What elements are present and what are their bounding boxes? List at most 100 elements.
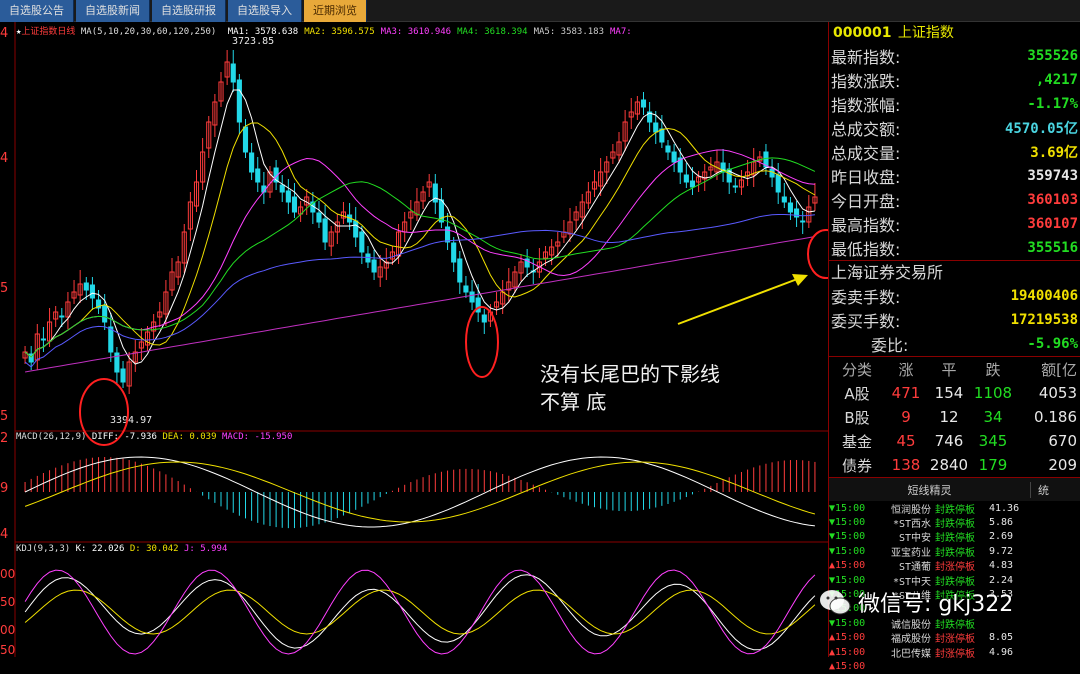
tab-1[interactable]: 自选股新闻 bbox=[76, 0, 150, 22]
yellow-arrow-line bbox=[677, 277, 801, 325]
board-col-header: 跌 bbox=[985, 360, 1001, 379]
candle-body bbox=[102, 305, 108, 323]
short-term-stock: *ST西水 bbox=[892, 519, 931, 531]
board-row: 债券 138 2840 179 209 bbox=[829, 453, 1080, 477]
short-term-time: ▼15:00 bbox=[829, 502, 866, 514]
candle-body bbox=[230, 63, 236, 83]
short-term-item[interactable]: ▼15:00 *ST西水 封跌停板 5.86 bbox=[829, 515, 1080, 531]
candle-body bbox=[787, 202, 794, 213]
candle-body bbox=[353, 220, 359, 238]
tab-0[interactable]: 自选股公告 bbox=[0, 0, 74, 22]
board-cell: B股 bbox=[844, 408, 870, 427]
board-cell: 34 bbox=[983, 408, 1003, 426]
ma-values: MA1: 3578.638 MA2: 3596.575 MA3: 3610.946 M… bbox=[222, 27, 632, 37]
tab-4[interactable]: 近期浏览 bbox=[304, 0, 367, 22]
short-term-item[interactable]: ▼15:00 ST中安 封跌停板 2.69 bbox=[829, 530, 1080, 544]
order-label: 委买手数: bbox=[831, 312, 901, 331]
chart-area[interactable]: 4 4 5 5 2 9 4 00 50 00 50 3723.85 3394.97 ★上证指数日线 MA… bbox=[0, 22, 828, 657]
candle-body bbox=[40, 338, 46, 341]
quote-title: 000001 上证指数 bbox=[829, 22, 1080, 44]
short-term-item[interactable]: ▲15:00 福成股份 封涨停板 8.05 bbox=[829, 631, 1080, 645]
board-cell: 209 bbox=[1048, 456, 1077, 474]
candle-body bbox=[108, 326, 114, 353]
index-code: 000001 bbox=[833, 25, 892, 41]
quote-value: 359743 bbox=[1027, 168, 1078, 184]
main-chart-legend: ★上证指数日线 MA(5,10,20,30,60,120,250) MA1: 3… bbox=[16, 27, 632, 37]
quote-value: 360103 bbox=[1027, 192, 1078, 208]
quote-value: 4570.05亿 bbox=[1004, 121, 1078, 137]
candle-body bbox=[83, 282, 89, 291]
short-term-time: ▲15:00 bbox=[829, 646, 866, 658]
stats-tab[interactable]: 统 bbox=[1031, 482, 1056, 498]
board-cell: 4053 bbox=[1038, 384, 1077, 402]
short-term-item[interactable]: ▼15:00 恒润股份 封跌停板 41.36 bbox=[829, 501, 1080, 516]
board-cell: 1108 bbox=[973, 384, 1013, 402]
macd-legend: MACD(26,12,9) DIFF: -7.936 DEA: 0.039 MA… bbox=[16, 432, 292, 442]
macd-dea: DEA: 0.039 bbox=[162, 432, 217, 442]
short-term-header: 短线精灵 统 bbox=[829, 477, 1080, 501]
board-table-header: 分类 涨 平 跌 额[亿 bbox=[829, 357, 1080, 381]
short-term-event: 封涨停板 bbox=[935, 648, 975, 660]
low-price-label: 3394.97 bbox=[110, 415, 152, 426]
candle-body bbox=[120, 368, 126, 383]
tab-3[interactable]: 自选股导入 bbox=[228, 0, 302, 22]
short-term-price: 41.36 bbox=[989, 502, 1020, 514]
board-cell: 154 bbox=[934, 384, 964, 402]
board-cell: A股 bbox=[844, 384, 870, 403]
board-cell: 2840 bbox=[929, 456, 969, 474]
board-cell: 45 bbox=[896, 432, 916, 450]
short-term-stock: 福成股份 bbox=[891, 634, 931, 646]
macd-diff-line bbox=[24, 456, 815, 528]
short-term-price: 4.96 bbox=[989, 646, 1014, 658]
annotation-line-1: 没有长尾巴的下影线 bbox=[540, 362, 720, 386]
short-term-item[interactable]: ▲15:00 bbox=[829, 659, 1080, 673]
order-value: 17219538 bbox=[1010, 312, 1078, 328]
short-term-item[interactable]: ▼15:00 诚信股份 封跌停板 bbox=[829, 616, 1080, 631]
tab-2[interactable]: 自选股研报 bbox=[152, 0, 226, 22]
board-cell: 471 bbox=[891, 384, 921, 402]
short-term-price: 2.24 bbox=[989, 574, 1014, 586]
quote-rows: 最新指数: 355526 指数涨跌: ,4217 指数涨幅: -1.17% 总成交额: 457… bbox=[829, 44, 1080, 260]
macd-dea-line bbox=[24, 461, 816, 523]
board-cell: 179 bbox=[978, 456, 1008, 474]
short-term-event: 封跌停板 bbox=[935, 504, 975, 516]
candle-body bbox=[249, 152, 255, 173]
short-term-stock: ST通葡 bbox=[898, 562, 931, 574]
board-col-header: 平 bbox=[941, 360, 957, 379]
candle-body bbox=[457, 258, 463, 283]
quote-value: 360107 bbox=[1027, 216, 1078, 232]
kdj-axis-label: 00 bbox=[0, 567, 15, 581]
short-term-time: ▼15:00 bbox=[829, 517, 866, 529]
short-term-item[interactable]: ▲15:00 北巴传媒 封涨停板 4.96 bbox=[829, 645, 1080, 660]
short-term-price: 4.83 bbox=[989, 560, 1014, 572]
ma2-line bbox=[24, 122, 816, 358]
kdj-title: KDJ(9,3,3) bbox=[16, 544, 71, 554]
candle-body bbox=[481, 314, 487, 323]
candle-body bbox=[242, 126, 249, 153]
short-term-time: ▼15:00 bbox=[829, 574, 866, 586]
board-cell: 746 bbox=[934, 432, 964, 450]
board-table: 分类 涨 平 跌 额[亿 A股 471 154 1108 4053 B股 9 12 34 0.186 基金 4… bbox=[829, 356, 1080, 477]
annotation-text: 没有长尾巴的下影线 不算 底 bbox=[540, 360, 720, 416]
wechat-icon bbox=[820, 590, 851, 615]
tab-bar: 自选股公告 自选股新闻 自选股研报 自选股导入 近期浏览 bbox=[0, 0, 1080, 22]
kdj-axis-label: 50 bbox=[0, 595, 15, 609]
quote-value: 355516 bbox=[1027, 240, 1078, 256]
annotation-line-2: 不算 底 bbox=[540, 390, 607, 414]
short-term-item[interactable]: ▼15:00 亚宝药业 封跌停板 9.72 bbox=[829, 544, 1080, 559]
quote-value: 355526 bbox=[1027, 48, 1078, 64]
candle-body bbox=[469, 291, 475, 303]
candle-body bbox=[359, 231, 365, 253]
macd-diff: DIFF: -7.936 bbox=[91, 432, 157, 442]
quote-label: 总成交额: bbox=[831, 120, 901, 139]
quote-label: 最新指数: bbox=[831, 48, 901, 67]
macd-axis-label: 2 bbox=[0, 431, 8, 446]
ma-value-5: MA5: 3583.183 bbox=[533, 27, 605, 37]
candle-body bbox=[800, 220, 806, 223]
candle-body bbox=[59, 315, 65, 318]
short-term-item[interactable]: ▲15:00 ST通葡 封涨停板 4.83 bbox=[829, 559, 1080, 573]
macd-title: MACD(26,12,9) bbox=[16, 432, 87, 442]
quote-label: 指数涨跌: bbox=[831, 72, 901, 91]
quote-label: 最低指数: bbox=[831, 240, 901, 259]
short-term-tab[interactable]: 短线精灵 bbox=[829, 481, 1031, 498]
